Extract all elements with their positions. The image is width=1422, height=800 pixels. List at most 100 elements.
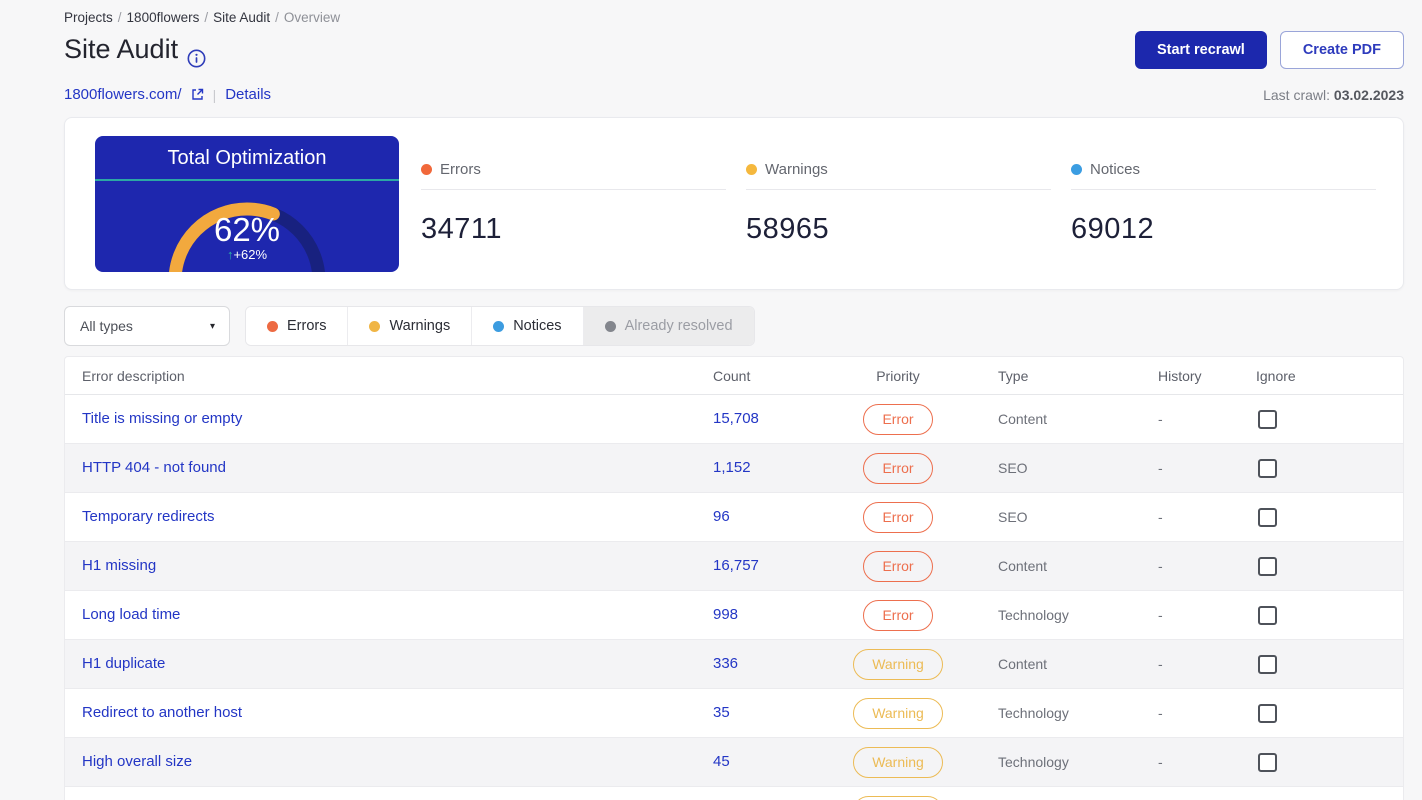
summary-card: Total Optimization 62% ↑+62% Errors 3471…	[64, 117, 1404, 290]
column-header-error-description: Error description	[82, 367, 185, 384]
filter-segment-warnings[interactable]: Warnings	[348, 307, 473, 345]
table-header-row: Error description Count Priority Type Hi…	[65, 357, 1403, 395]
issue-count-link[interactable]: 96	[713, 508, 730, 525]
column-header-priority: Priority	[876, 367, 920, 384]
issue-history: -	[1158, 460, 1163, 476]
issue-count-link[interactable]: 16,757	[713, 557, 759, 574]
table-row: High overall size 45 Warning Technology …	[65, 738, 1403, 787]
issue-type: SEO	[998, 460, 1028, 476]
warnings-dot-icon	[746, 164, 757, 175]
gauge-delta-value: +62%	[233, 247, 268, 262]
last-crawl-date: 03.02.2023	[1333, 86, 1404, 103]
issue-type: Technology	[998, 705, 1069, 721]
errors-dot-icon	[267, 320, 278, 332]
type-filter-dropdown[interactable]: All types ▾	[64, 306, 230, 346]
details-link[interactable]: Details	[225, 86, 271, 103]
breadcrumb-projects[interactable]: Projects	[64, 10, 113, 25]
ignore-checkbox[interactable]	[1258, 507, 1277, 527]
last-crawl: Last crawl: 03.02.2023	[1263, 87, 1404, 103]
ignore-checkbox[interactable]	[1258, 556, 1277, 576]
issue-description-link[interactable]: High overall size	[82, 753, 192, 770]
issues-table: Error description Count Priority Type Hi…	[64, 356, 1404, 800]
issue-description-link[interactable]: Temporary redirects	[82, 508, 215, 525]
issue-type: SEO	[998, 509, 1028, 525]
errors-dot-icon	[421, 164, 432, 175]
issue-count-link[interactable]: 15,708	[713, 410, 759, 427]
external-link-icon[interactable]	[191, 88, 204, 101]
table-row: Long load time 998 Error Technology -	[65, 591, 1403, 640]
breadcrumb: Projects / 1800flowers / Site Audit / Overview	[64, 0, 1404, 25]
filter-segment-errors-label: Errors	[287, 318, 327, 334]
breadcrumb-current-overview: Overview	[283, 10, 341, 25]
ignore-checkbox[interactable]	[1258, 752, 1277, 772]
table-body: Title is missing or empty 15,708 Error C…	[65, 395, 1403, 800]
priority-badge: Warning	[853, 648, 943, 680]
priority-badge: Error	[863, 403, 933, 435]
priority-badge: Warning	[853, 746, 943, 778]
gauge-percent-value: 62%	[213, 211, 281, 248]
ignore-checkbox[interactable]	[1258, 605, 1277, 625]
ignore-checkbox[interactable]	[1258, 409, 1277, 429]
severity-filter-group: Errors Warnings Notices Already resolved	[245, 306, 755, 346]
breadcrumb-separator: /	[275, 10, 279, 25]
breadcrumb-site-audit[interactable]: Site Audit	[213, 10, 270, 25]
issue-type: Content	[998, 656, 1048, 672]
chevron-down-icon: ▾	[209, 320, 215, 332]
filter-segment-already-resolved[interactable]: Already resolved	[583, 307, 754, 345]
stat-errors-label: Errors	[440, 161, 481, 178]
start-recrawl-button[interactable]: Start recrawl	[1134, 31, 1267, 69]
column-header-count: Count	[713, 367, 751, 384]
resolved-dot-icon	[604, 320, 616, 332]
issue-count-link[interactable]: 1,152	[713, 459, 751, 476]
issue-description-link[interactable]: Long load time	[82, 606, 180, 623]
breadcrumb-project-1800flowers[interactable]: 1800flowers	[127, 10, 200, 25]
link-divider: |	[212, 86, 217, 103]
stat-notices-label: Notices	[1090, 161, 1141, 178]
ignore-checkbox[interactable]	[1258, 654, 1277, 674]
stat-errors: Errors 34711	[421, 161, 726, 289]
table-row: Warning	[65, 787, 1403, 800]
issue-count-link[interactable]: 35	[713, 704, 730, 721]
stat-divider	[421, 189, 726, 190]
stat-warnings-value: 58965	[746, 213, 830, 245]
stat-divider	[746, 189, 1051, 190]
create-pdf-button[interactable]: Create PDF	[1279, 31, 1404, 69]
warnings-dot-icon	[369, 320, 381, 332]
issue-description-link[interactable]: H1 duplicate	[82, 655, 165, 672]
audited-domain-link[interactable]: 1800flowers.com/	[64, 86, 182, 103]
issue-count-link[interactable]: 336	[713, 655, 738, 672]
stat-notices: Notices 69012	[1071, 161, 1376, 289]
issue-description-link[interactable]: HTTP 404 - not found	[82, 459, 226, 476]
priority-badge: Error	[863, 452, 933, 484]
notices-dot-icon	[493, 320, 505, 332]
breadcrumb-separator: /	[204, 10, 209, 25]
filter-segment-notices[interactable]: Notices	[472, 307, 584, 345]
ignore-checkbox[interactable]	[1258, 703, 1277, 723]
page-title-text: Site Audit	[64, 34, 179, 64]
page-title: Site Audit	[64, 31, 206, 67]
table-row: H1 missing 16,757 Error Content -	[65, 542, 1403, 591]
issue-count-link[interactable]: 998	[713, 606, 738, 623]
issue-history: -	[1158, 656, 1163, 672]
info-icon[interactable]	[187, 41, 206, 67]
priority-badge: Warning	[853, 795, 943, 800]
stat-errors-value: 34711	[421, 213, 502, 245]
issue-description-link[interactable]: Title is missing or empty	[82, 410, 242, 427]
stat-divider	[1071, 189, 1376, 190]
filter-segment-warnings-label: Warnings	[389, 318, 451, 334]
type-filter-value: All types	[80, 318, 133, 334]
ignore-checkbox[interactable]	[1258, 458, 1277, 478]
last-crawl-label: Last crawl:	[1263, 86, 1331, 103]
issue-description-link[interactable]: Redirect to another host	[82, 704, 242, 721]
issue-count-link[interactable]: 45	[713, 753, 730, 770]
issue-history: -	[1158, 558, 1163, 574]
stat-warnings-label: Warnings	[765, 161, 828, 178]
table-row: HTTP 404 - not found 1,152 Error SEO -	[65, 444, 1403, 493]
issue-history: -	[1158, 509, 1163, 525]
issue-type: Technology	[998, 754, 1069, 770]
filter-segment-errors[interactable]: Errors	[246, 307, 349, 345]
filter-segment-already-resolved-label: Already resolved	[624, 318, 733, 334]
column-header-history: History	[1158, 367, 1202, 384]
total-optimization-gauge: Total Optimization 62% ↑+62%	[95, 136, 399, 272]
issue-description-link[interactable]: H1 missing	[82, 557, 156, 574]
